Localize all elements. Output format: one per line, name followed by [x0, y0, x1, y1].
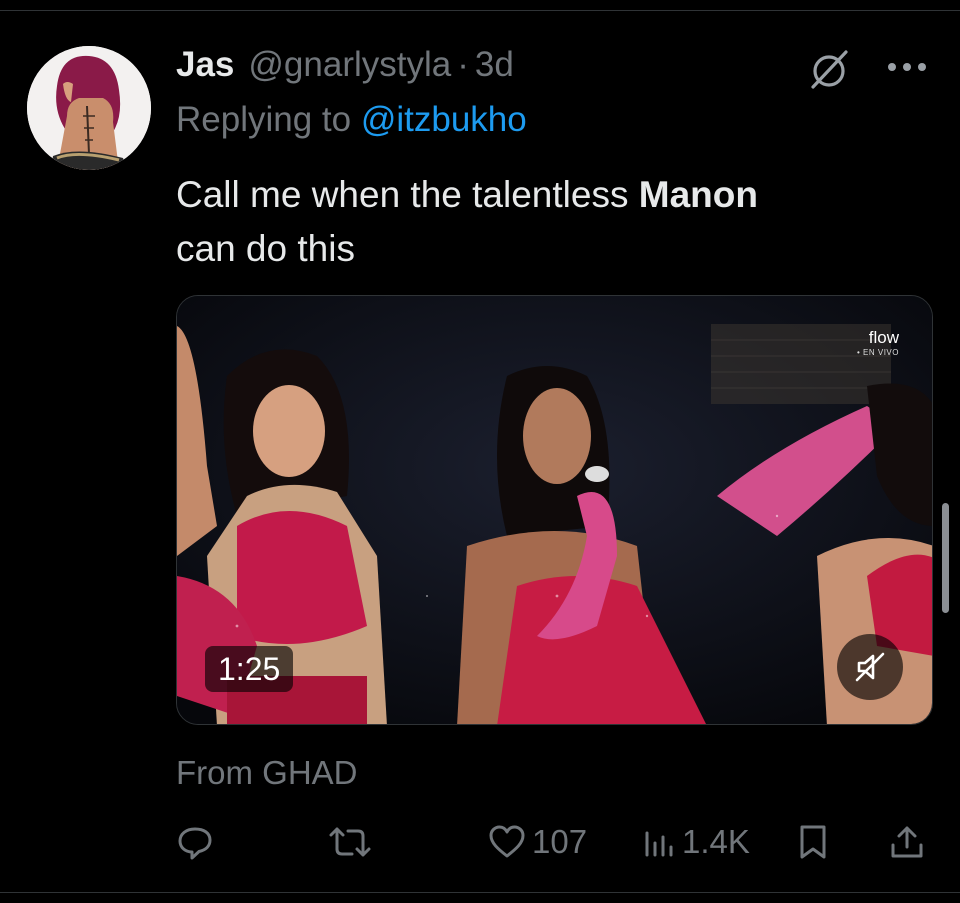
author-handle[interactable]: @gnarlystyla: [248, 45, 451, 85]
replying-to-label: Replying to: [176, 100, 352, 139]
views-button[interactable]: 1.4K: [642, 816, 750, 868]
share-icon: [891, 826, 923, 858]
retweet-button[interactable]: [328, 816, 378, 868]
like-count: 107: [532, 823, 588, 860]
reply-mention-link[interactable]: @itzbukho: [361, 100, 527, 139]
heart-icon: [489, 825, 525, 858]
tweet-text-bold: Manon: [638, 174, 758, 215]
unmute-button[interactable]: [837, 634, 903, 700]
author-avatar[interactable]: [27, 46, 151, 170]
replying-to-line: Replying to @itzbukho: [176, 100, 527, 140]
scrollbar-thumb[interactable]: [942, 503, 949, 613]
like-button[interactable]: 107: [488, 816, 587, 868]
reply-button[interactable]: [176, 816, 220, 868]
source-label[interactable]: From GHAD: [176, 754, 358, 792]
muted-speaker-icon: [855, 652, 885, 682]
grok-icon[interactable]: [806, 46, 852, 92]
tweet-text-part-1: Call me when the talentless: [176, 174, 629, 215]
share-button[interactable]: [888, 816, 926, 868]
top-divider: [0, 10, 960, 11]
bookmark-button[interactable]: [796, 816, 830, 868]
watermark-live-label: • EN VIVO: [857, 348, 899, 357]
video-player[interactable]: flow • EN VIVO 1:25: [176, 295, 933, 725]
reply-icon: [178, 827, 212, 860]
video-watermark: flow • EN VIVO: [857, 328, 899, 357]
author-name[interactable]: Jas: [176, 45, 234, 85]
timestamp[interactable]: 3d: [475, 45, 514, 85]
avatar-image: [27, 46, 151, 170]
more-icon[interactable]: [884, 60, 930, 74]
tweet-text-part-2: can do this: [176, 228, 355, 269]
watermark-logo: flow: [868, 328, 899, 347]
tweet-text: Call me when the talentless Manon can do…: [176, 168, 916, 276]
views-count: 1.4K: [682, 823, 750, 860]
tweet-header: Jas @gnarlystyla · 3d: [176, 42, 514, 88]
bottom-divider: [0, 892, 960, 893]
video-duration-badge: 1:25: [205, 646, 294, 692]
bookmark-icon: [800, 825, 826, 859]
views-icon: [645, 831, 673, 857]
separator-dot: ·: [457, 45, 469, 84]
retweet-icon: [329, 827, 371, 857]
action-bar: 107 1.4K: [176, 816, 936, 868]
